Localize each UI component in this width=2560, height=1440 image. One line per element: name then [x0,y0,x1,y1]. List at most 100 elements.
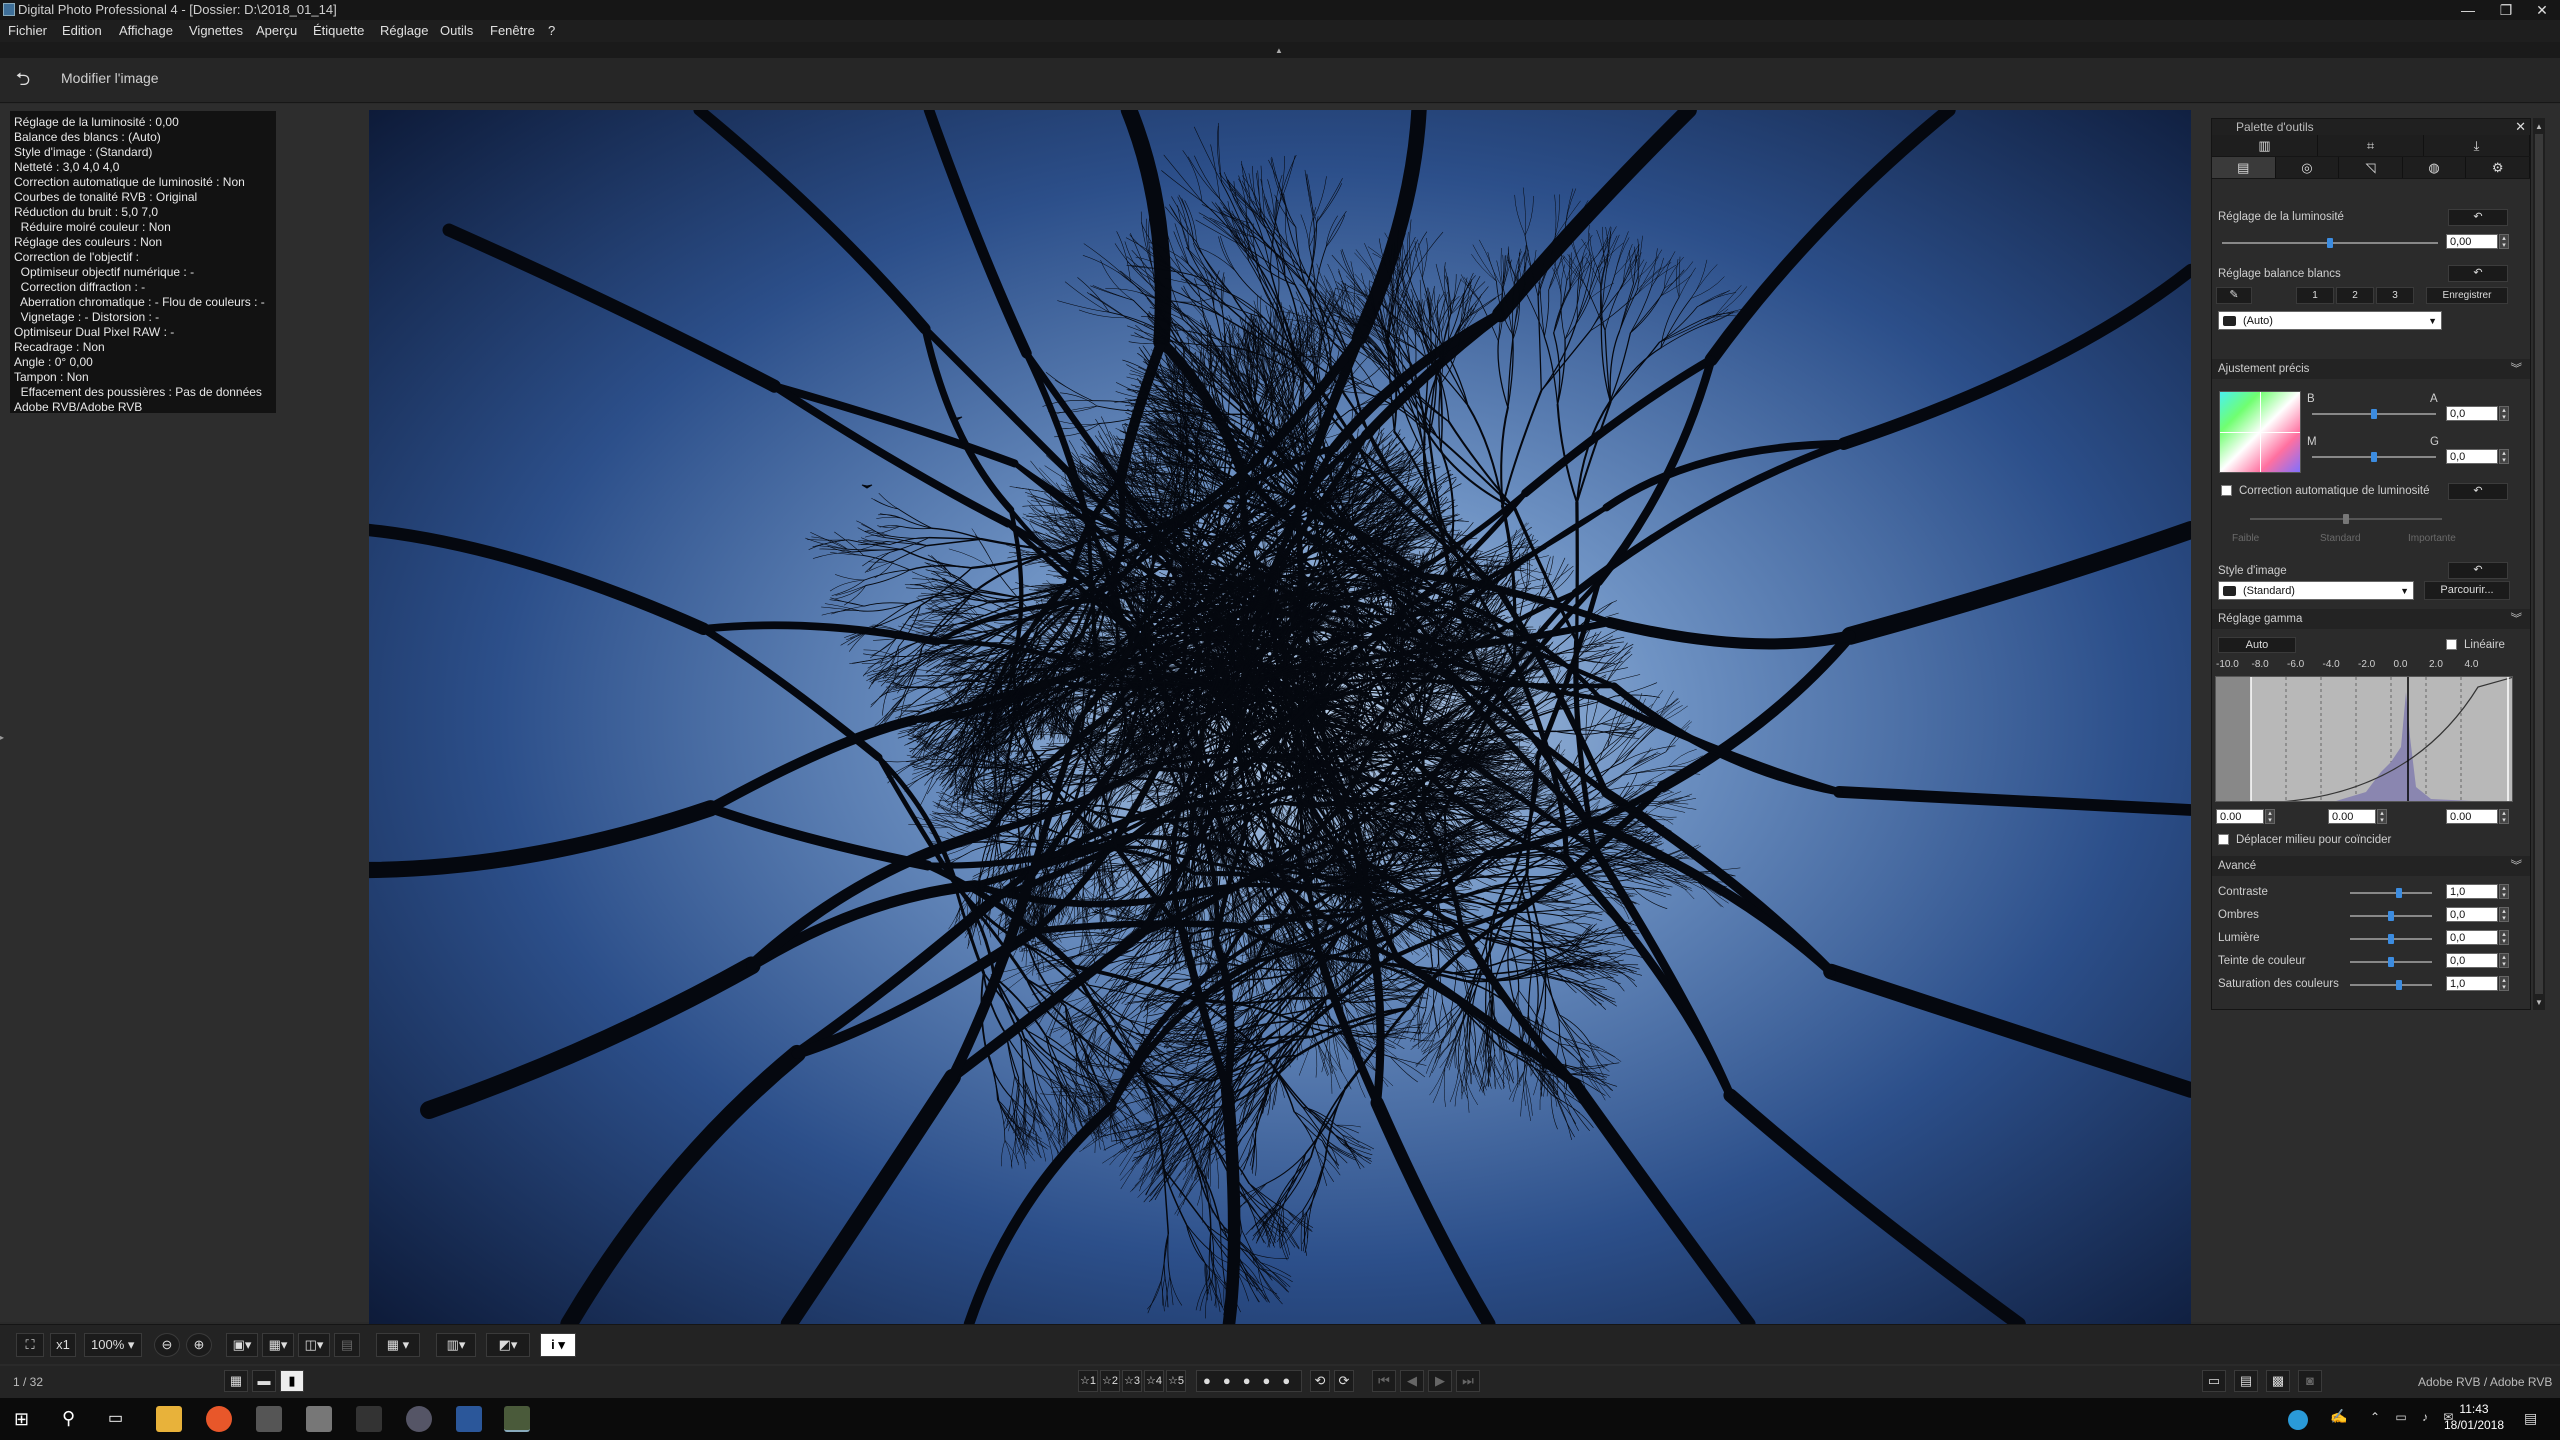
menu-outils[interactable]: Outils [440,20,473,42]
gamma-auto-button[interactable]: Auto [2218,637,2296,653]
tab-basic-icon[interactable]: ▤ [2212,157,2276,178]
move-mid-checkbox[interactable] [2218,834,2229,845]
advanced-row-spinner[interactable]: ▴ ▾ [2499,976,2509,991]
tab-lens-icon[interactable]: ◎ [2275,157,2340,178]
zoom-x1-button[interactable]: x1 [50,1333,76,1357]
ba-value-input[interactable]: 0,0 [2446,406,2498,421]
app-icon-5[interactable] [356,1406,382,1432]
left-panel-toggle-icon[interactable]: ▸ [0,733,6,743]
auto-light-reset-button[interactable]: ↶ [2448,483,2508,500]
close-icon[interactable]: ✕ [2515,119,2526,135]
advanced-row-spinner[interactable]: ▴ ▾ [2499,907,2509,922]
camera-transfer-icon[interactable]: ◙ [2298,1370,2322,1392]
minimize-button[interactable]: — [2450,0,2486,20]
advanced-row-slider-knob[interactable] [2396,888,2403,898]
hdr-icon[interactable]: ▩ [2266,1370,2290,1392]
menu-etiquette[interactable]: Étiquette [313,20,364,42]
advanced-row-slider-knob[interactable] [2388,911,2394,921]
layout-icon[interactable]: ▦ ▾ [376,1333,420,1357]
output-group-icon[interactable]: ⤓ [2424,135,2530,156]
advanced-row-value[interactable]: 1,0 [2446,976,2498,991]
menu-edition[interactable]: Edition [62,20,102,42]
picture-style-reset-button[interactable]: ↶ [2448,562,2508,579]
brightness-reset-button[interactable]: ↶ [2448,209,2508,226]
auto-light-checkbox[interactable] [2221,485,2232,496]
prev-image-icon[interactable]: ◀ [1400,1370,1424,1392]
windows-start-icon[interactable]: ⊞ [14,1410,32,1428]
menu-reglage[interactable]: Réglage [380,20,428,42]
brightness-slider-knob[interactable] [2327,238,2333,248]
palette-header[interactable]: Palette d'outils ✕ [2212,119,2530,135]
mg-spinner[interactable]: ▴ ▾ [2499,449,2509,464]
advanced-row-slider[interactable] [2350,911,2432,921]
advanced-row-slider-knob[interactable] [2388,934,2394,944]
advanced-row-slider[interactable] [2350,934,2432,944]
advanced-row-value[interactable]: 0,0 [2446,930,2498,945]
advanced-row-slider-knob[interactable] [2396,980,2403,990]
screen-edit-icon[interactable]: ▭ [2202,1370,2226,1392]
wb-reset-button[interactable]: ↶ [2448,265,2508,282]
color-labels[interactable]: ●●●●● [1196,1370,1302,1392]
menu-vignettes[interactable]: Vignettes [189,20,243,42]
tab-curve-icon[interactable]: ◹ [2339,157,2403,178]
print-icon[interactable]: ▤ [2234,1370,2258,1392]
delete-icon[interactable]: ▤ [334,1333,360,1357]
zoom-out-icon[interactable]: ⊖ [154,1333,180,1357]
auto-light-slider[interactable] [2250,514,2442,524]
grid-overlay-icon[interactable]: ▦▾ [262,1333,294,1357]
highlight-warning-icon[interactable]: ▥▾ [436,1333,476,1357]
ba-slider-knob[interactable] [2371,409,2377,419]
menu-apercu[interactable]: Aperçu [256,20,297,42]
fit-screen-icon[interactable]: ⛶ [16,1333,44,1357]
single-view-icon[interactable]: ▬ [252,1370,276,1392]
zoom-in-icon[interactable]: ⊕ [186,1333,212,1357]
rating-1-button[interactable]: ☆1 [1078,1370,1098,1392]
wb-eyedropper-icon[interactable]: ✎ [2216,287,2252,304]
wb-register-button[interactable]: Enregistrer [2426,287,2508,304]
palette-scrollbar[interactable]: ▲ ▼ [2533,118,2545,1010]
brightness-slider[interactable] [2222,238,2438,248]
gamma-left-spinner[interactable]: ▴ ▾ [2265,809,2275,824]
advanced-row-spinner[interactable]: ▴ ▾ [2499,930,2509,945]
before-after-icon[interactable]: ◩▾ [486,1333,530,1357]
browse-button[interactable]: Parcourir... [2424,581,2510,600]
advanced-row-value[interactable]: 0,0 [2446,907,2498,922]
brightness-value-input[interactable]: 0,00 [2446,234,2498,249]
menu-fenetre[interactable]: Fenêtre [490,20,535,42]
task-view-icon[interactable]: ▭ [108,1408,123,1428]
menu-help[interactable]: ? [548,20,555,42]
restore-button[interactable]: ❐ [2488,0,2524,20]
wb-select[interactable]: (Auto) ▼ [2218,311,2442,330]
fine-adjust-header[interactable]: Ajustement précis ︾ [2212,359,2530,379]
app-icon-3[interactable] [256,1406,282,1432]
compare-icon[interactable]: ◫▾ [298,1333,330,1357]
brightness-spinner[interactable]: ▴ ▾ [2499,234,2509,249]
last-image-icon[interactable]: ⏭ [1456,1370,1480,1392]
gamma-header[interactable]: Réglage gamma ︾ [2212,609,2530,629]
linear-checkbox[interactable] [2446,639,2457,650]
crop-group-icon[interactable]: ⌗ [2318,135,2424,156]
advanced-row-spinner[interactable]: ▴ ▾ [2499,953,2509,968]
wb-preset-1-button[interactable]: 1 [2296,287,2334,304]
mg-value-input[interactable]: 0,0 [2446,449,2498,464]
rotate-left-icon[interactable]: ⟲ [1310,1370,1330,1392]
first-image-icon[interactable]: ⏮ [1372,1370,1396,1392]
search-icon[interactable]: ⚲ [62,1408,75,1429]
next-image-icon[interactable]: ▶ [1428,1370,1452,1392]
pen-tray-icon[interactable]: ✍ [2330,1408,2347,1425]
word-icon[interactable] [456,1406,482,1432]
zoom-select[interactable]: 100% ▾ [84,1333,142,1357]
advanced-row-spinner[interactable]: ▴ ▾ [2499,884,2509,899]
app-icon-6[interactable] [406,1406,432,1432]
filmstrip-icon[interactable]: ▮ [280,1370,304,1392]
collapse-toolbar-icon[interactable]: ▲ [1275,46,1283,55]
advanced-row-value[interactable]: 0,0 [2446,953,2498,968]
af-point-icon[interactable]: ▣▾ [226,1333,258,1357]
advanced-row-slider-knob[interactable] [2388,957,2394,967]
tab-color-icon[interactable]: ◍ [2402,157,2467,178]
thumbnail-grid-icon[interactable]: ▦ [224,1370,248,1392]
rating-2-button[interactable]: ☆2 [1100,1370,1120,1392]
auto-light-slider-knob[interactable] [2343,514,2349,524]
picture-style-select[interactable]: (Standard) ▼ [2218,581,2414,600]
close-window-button[interactable]: ✕ [2524,0,2560,20]
